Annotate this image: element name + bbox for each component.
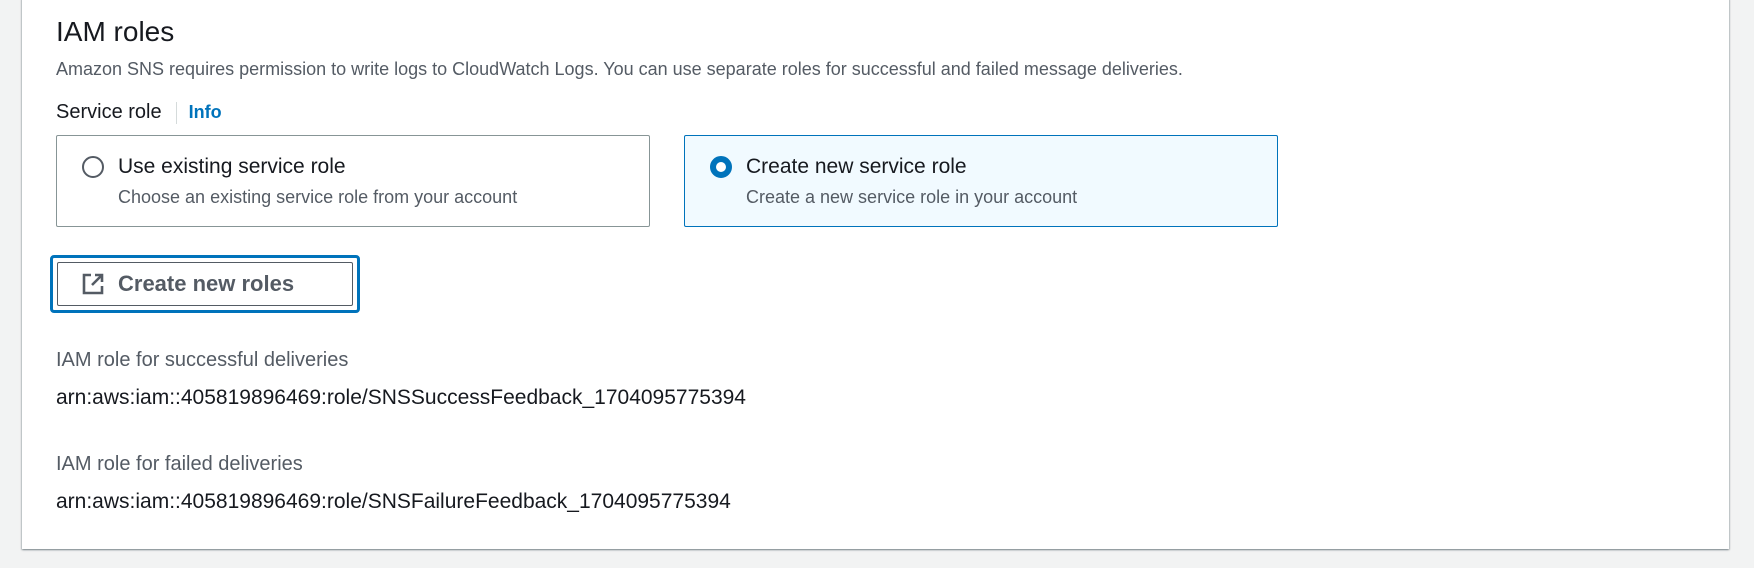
label-divider	[175, 101, 177, 124]
external-link-icon	[80, 271, 106, 297]
failure-role-value: arn:aws:iam::405819896469:role/SNSFailur…	[56, 490, 731, 513]
info-link[interactable]: Info	[189, 102, 222, 123]
success-role-value: arn:aws:iam::405819896469:role/SNSSucces…	[56, 386, 746, 409]
radio-use-existing-role[interactable]	[82, 156, 104, 178]
create-new-roles-button-focus-ring: Create new roles	[50, 255, 360, 313]
tile-use-existing-role[interactable]: Use existing service role Choose an exis…	[56, 135, 650, 227]
tile-title: Use existing service role	[118, 155, 346, 178]
service-role-label-row: Service role Info	[56, 101, 222, 124]
section-description: Amazon SNS requires permission to write …	[56, 59, 1183, 79]
tile-create-new-role[interactable]: Create new service role Create a new ser…	[684, 135, 1278, 227]
tile-description: Create a new service role in your accoun…	[746, 187, 1078, 207]
failure-role-label: IAM role for failed deliveries	[56, 453, 303, 475]
success-role-label: IAM role for successful deliveries	[56, 349, 349, 371]
service-role-label: Service role	[56, 101, 162, 123]
create-new-roles-button[interactable]: Create new roles	[57, 262, 353, 306]
create-new-roles-label: Create new roles	[118, 271, 295, 296]
radio-create-new-role[interactable]	[710, 156, 732, 178]
tile-title: Create new service role	[746, 155, 967, 178]
iam-roles-panel: IAM roles Amazon SNS requires permission…	[22, 0, 1729, 549]
section-title: IAM roles	[56, 16, 175, 47]
tile-description: Choose an existing service role from you…	[118, 187, 518, 207]
